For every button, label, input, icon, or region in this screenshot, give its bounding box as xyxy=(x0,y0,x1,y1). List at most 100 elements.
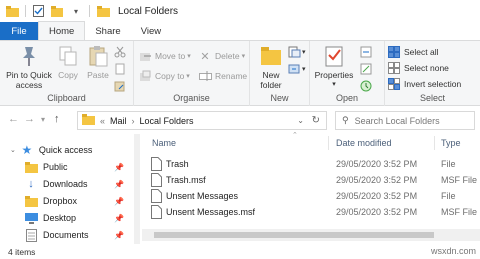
file-icon xyxy=(151,157,162,171)
column-divider[interactable] xyxy=(328,136,329,150)
rename-button[interactable]: Rename xyxy=(198,69,247,83)
recent-locations-icon[interactable]: ▾ xyxy=(41,115,45,124)
new-folder-quick-icon[interactable] xyxy=(50,4,64,18)
properties-quick-icon[interactable] xyxy=(31,4,45,18)
breadcrumb-local-folders[interactable]: Local Folders xyxy=(140,116,194,126)
open-icon[interactable] xyxy=(360,45,373,59)
watermark: wsxdn.com xyxy=(430,246,476,256)
nav-public[interactable]: Public 📌 xyxy=(24,159,136,175)
divider xyxy=(25,5,26,17)
desktop-icon xyxy=(24,211,38,225)
file-row[interactable]: Unsent Messages 29/05/2020 3:52 PM File xyxy=(142,188,480,204)
properties-button[interactable]: Properties ▾ xyxy=(313,44,355,90)
clipboard-group: Pin to Quick access Copy Paste Clipboard xyxy=(0,41,134,106)
breadcrumb-mail[interactable]: Mail xyxy=(110,116,127,126)
column-divider[interactable] xyxy=(434,136,435,150)
chevron-down-icon: ▾ xyxy=(302,49,306,56)
copy-to-button[interactable]: Copy to ▾ xyxy=(138,69,190,83)
nav-downloads[interactable]: ↓ Downloads 📌 xyxy=(24,176,136,192)
back-icon[interactable]: ← xyxy=(8,113,19,125)
chevron-up-icon: ⌃ xyxy=(292,132,298,139)
ribbon: Pin to Quick access Copy Paste Clipboard xyxy=(0,40,480,106)
history-icon[interactable] xyxy=(360,79,373,93)
copy-path-icon[interactable] xyxy=(114,62,126,76)
new-item-icon[interactable]: ▾ xyxy=(288,45,306,59)
window-title: Local Folders xyxy=(118,5,179,17)
chevron-down-icon[interactable]: ⌄ xyxy=(297,116,304,125)
tab-file[interactable]: File xyxy=(0,22,38,40)
pin-to-quick-access-button[interactable]: Pin to Quick access xyxy=(3,44,55,90)
invert-selection-icon xyxy=(387,77,401,91)
select-none-button[interactable]: Select none xyxy=(387,61,449,75)
chevron-down-icon: ▾ xyxy=(187,53,191,60)
pin-icon[interactable]: 📌 xyxy=(114,231,124,240)
column-header-date-modified[interactable]: Date modified xyxy=(336,134,392,152)
tab-share[interactable]: Share xyxy=(85,22,130,40)
open-group: Properties ▾ Open xyxy=(310,41,385,106)
new-group: New folder ▾ ▾ New xyxy=(250,41,310,106)
move-to-button[interactable]: Move to ▾ xyxy=(138,49,191,63)
new-group-label: New xyxy=(270,93,289,103)
new-folder-button[interactable]: New folder xyxy=(256,44,286,90)
horizontal-scrollbar[interactable] xyxy=(142,229,480,241)
up-icon[interactable]: ↑ xyxy=(54,113,60,125)
chevron-down-icon: ▾ xyxy=(241,53,246,60)
select-group: Select all Select none Invert selection … xyxy=(385,41,480,106)
copy-icon xyxy=(55,44,81,68)
nav-dropbox[interactable]: Dropbox 📌 xyxy=(24,193,136,209)
address-bar[interactable]: « Mail › Local Folders ⌄ ↻ xyxy=(77,111,327,130)
nav-quick-access[interactable]: ⌄ ★ Quick access xyxy=(10,142,146,158)
pin-icon[interactable]: 📌 xyxy=(114,197,124,206)
select-all-icon xyxy=(387,45,401,59)
chevron-down-icon[interactable]: ▾ xyxy=(69,4,83,18)
folder-icon xyxy=(82,114,95,127)
pin-icon[interactable]: 📌 xyxy=(114,180,124,189)
edit-icon[interactable] xyxy=(360,62,373,76)
select-none-icon xyxy=(387,61,401,75)
title-bar: ▾ Local Folders xyxy=(0,0,480,22)
tab-home[interactable]: Home xyxy=(38,21,86,40)
invert-selection-button[interactable]: Invert selection xyxy=(387,77,461,91)
pin-icon[interactable]: 📌 xyxy=(114,214,124,223)
delete-button[interactable]: ✕ Delete ▾ xyxy=(198,49,245,63)
move-to-icon xyxy=(138,49,152,63)
item-count: 4 items xyxy=(8,246,36,257)
chevron-down-icon: ▾ xyxy=(332,81,336,88)
download-icon: ↓ xyxy=(28,178,34,190)
nav-desktop[interactable]: Desktop 📌 xyxy=(24,210,136,226)
tab-view[interactable]: View xyxy=(131,22,171,40)
file-icon xyxy=(151,173,162,187)
navigation-scrollbar[interactable] xyxy=(134,134,140,244)
copy-to-icon xyxy=(138,69,152,83)
nav-documents[interactable]: Documents 📌 xyxy=(24,227,136,243)
documents-icon xyxy=(24,228,38,242)
column-header-name[interactable]: Name xyxy=(152,134,176,152)
cut-icon[interactable] xyxy=(114,45,126,59)
search-input[interactable]: ⚲ Search Local Folders xyxy=(335,111,475,130)
chevron-down-icon: ▾ xyxy=(302,66,306,73)
select-all-button[interactable]: Select all xyxy=(387,45,439,59)
easy-access-icon[interactable]: ▾ xyxy=(288,62,306,76)
search-icon: ⚲ xyxy=(342,115,349,125)
clipboard-group-label: Clipboard xyxy=(47,93,86,103)
paste-button[interactable]: Paste xyxy=(84,44,112,80)
file-row[interactable]: Trash.msf 29/05/2020 3:52 PM MSF File xyxy=(142,172,480,188)
status-bar: 4 items wsxdn.com xyxy=(0,244,480,259)
folder-icon xyxy=(5,4,19,18)
column-header-type[interactable]: Type xyxy=(441,134,461,152)
chevron-right-icon[interactable]: › xyxy=(132,116,135,126)
paste-shortcut-icon[interactable] xyxy=(114,79,126,93)
star-icon: ★ xyxy=(21,143,33,157)
scrollbar-thumb[interactable] xyxy=(154,232,434,238)
file-row[interactable]: Trash 29/05/2020 3:52 PM File xyxy=(142,156,480,172)
address-row: ← → ▾ ↑ « Mail › Local Folders ⌄ ↻ ⚲ Sea… xyxy=(0,107,480,133)
refresh-icon[interactable]: ↻ xyxy=(312,115,320,126)
properties-icon xyxy=(321,44,347,68)
forward-icon[interactable]: → xyxy=(24,113,35,125)
ribbon-tabs: File Home Share View xyxy=(0,21,480,40)
organise-group-label: Organise xyxy=(173,93,210,103)
pin-icon[interactable]: 📌 xyxy=(114,163,124,172)
chevron-double-left-icon[interactable]: « xyxy=(100,116,105,126)
copy-button[interactable]: Copy xyxy=(56,44,80,80)
file-row[interactable]: Unsent Messages.msf 29/05/2020 3:52 PM M… xyxy=(142,204,480,220)
